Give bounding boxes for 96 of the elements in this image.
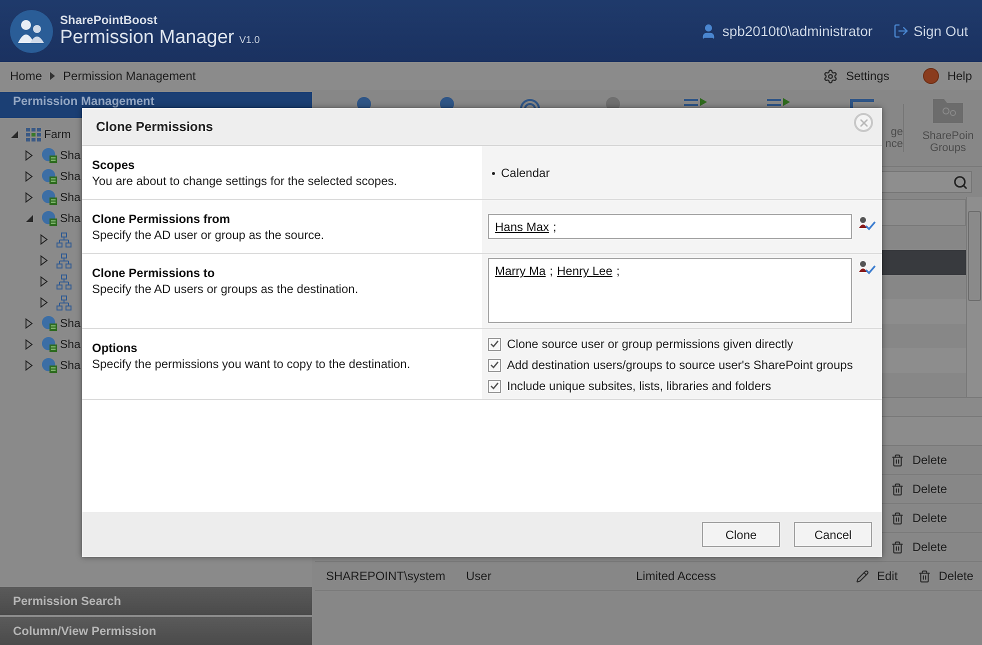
table-cell-text: User (466, 569, 492, 583)
trash-icon (891, 512, 904, 524)
option-label: Include unique subsites, lists, libraries and folders (507, 379, 772, 393)
version-label: V1.0 (239, 35, 260, 46)
section-title: Clone Permissions from (92, 212, 232, 226)
trash-icon (918, 570, 931, 582)
collapsed-arrow-icon[interactable] (40, 234, 48, 245)
person-link[interactable]: Marry Ma (495, 264, 546, 278)
tree-node-label[interactable]: Sha (60, 338, 80, 350)
hierarchy-icon (56, 294, 72, 310)
section-title: Options (92, 341, 138, 355)
help-icon (923, 68, 940, 84)
breadcrumb-arrow-icon (50, 72, 56, 80)
collapsed-arrow-icon[interactable] (40, 297, 48, 308)
sign-out-icon (892, 23, 909, 39)
people-picker-icon[interactable] (858, 216, 876, 232)
tree-node-label[interactable]: Sha (60, 170, 80, 182)
delete-action[interactable]: Delete (891, 453, 947, 467)
separator-text: ; (616, 264, 620, 278)
sign-out-link[interactable]: Sign Out (892, 23, 968, 39)
tree-node-label[interactable]: Sha (60, 360, 80, 372)
table-cell-text: Limited Access (636, 569, 718, 583)
brand-name: SharePointBoost (60, 13, 158, 27)
tree-node-label[interactable]: Sha (60, 318, 80, 330)
expanded-arrow-icon[interactable] (10, 130, 19, 139)
collapsed-arrow-icon[interactable] (25, 192, 33, 203)
globe-icon (41, 357, 58, 374)
separator-text: ; (553, 220, 556, 234)
grid-icon (26, 128, 42, 142)
toolbar-label[interactable]: nce (885, 138, 903, 150)
tree-node-label[interactable]: Sha (60, 192, 80, 204)
collapsed-arrow-icon[interactable] (40, 255, 48, 266)
trash-icon (891, 482, 904, 496)
person-link[interactable]: Hans Max (495, 220, 550, 234)
settings-link[interactable]: Settings (822, 68, 890, 84)
option-label: Clone source user or group permissions given directly (507, 337, 794, 351)
collapsed-arrow-icon[interactable] (25, 360, 33, 371)
checkbox[interactable] (488, 338, 501, 350)
pencil-icon (856, 570, 869, 582)
dialog-button[interactable]: Cancel (794, 522, 872, 547)
expanded-arrow-icon[interactable] (25, 214, 34, 223)
app-title: Permission Manager (60, 27, 234, 49)
option-label: Add destination users/groups to source user's SharePoint groups (507, 358, 853, 372)
checkbox[interactable] (488, 380, 501, 392)
globe-icon (41, 168, 58, 185)
logo-icon (10, 10, 53, 52)
person-link[interactable]: Henry Lee (557, 264, 612, 278)
people-picker-icon[interactable] (858, 260, 876, 276)
search-icon[interactable] (953, 174, 968, 190)
collapsed-arrow-icon[interactable] (25, 150, 33, 161)
section-title: Scopes (92, 158, 136, 172)
breadcrumb-link[interactable]: Permission Management (63, 69, 196, 83)
trash-icon (891, 540, 904, 554)
people-field[interactable]: Marry Ma ; Henry Lee ; (488, 258, 852, 323)
section-description: Specify the AD users or groups as the destination. (92, 282, 360, 296)
tree-node-label[interactable]: Sha (60, 150, 80, 162)
people-field[interactable]: Hans Max ; (488, 214, 852, 239)
delete-action[interactable]: Delete (918, 569, 974, 583)
separator-text: ; (550, 264, 554, 278)
help-link[interactable]: Help (923, 68, 972, 84)
section-description: Specify the permissions you want to copy to the destination. (92, 357, 412, 371)
globe-icon (41, 336, 58, 353)
delete-action[interactable]: Delete (891, 511, 947, 525)
user-link[interactable]: spb2010t0\administrator (700, 22, 873, 40)
collapsed-arrow-icon[interactable] (25, 339, 33, 350)
breadcrumb-link[interactable]: Home (10, 69, 42, 83)
sidebar-panel[interactable]: Column/View Permission (0, 617, 312, 645)
globe-icon (41, 315, 58, 332)
scrollbar[interactable] (966, 197, 982, 397)
dialog-title: Clone Permissions (96, 119, 214, 134)
scrollbar-thumb[interactable] (968, 211, 981, 301)
trash-icon (891, 454, 904, 466)
delete-action[interactable]: Delete (891, 540, 947, 554)
bullet-icon (492, 172, 495, 174)
globe-icon (41, 189, 58, 206)
collapsed-arrow-icon[interactable] (25, 318, 33, 329)
hierarchy-icon (56, 232, 72, 248)
hierarchy-icon (56, 274, 72, 290)
collapsed-arrow-icon[interactable] (40, 276, 48, 287)
checkbox[interactable] (488, 358, 501, 372)
tree-node-label[interactable]: Sha (60, 212, 80, 224)
section-title: Clone Permissions to (92, 266, 216, 280)
globe-icon (41, 147, 58, 164)
delete-action[interactable]: Delete (891, 482, 947, 496)
dialog-button[interactable]: Clone (702, 522, 780, 547)
settings-icon (822, 68, 838, 84)
tree-node-label[interactable]: Farm (44, 128, 71, 140)
edit-action[interactable]: Edit (856, 569, 898, 583)
globe-icon (41, 210, 58, 227)
sidebar-panel[interactable]: Permission Search (0, 587, 312, 615)
table-cell-text: SHAREPOINT\system (326, 569, 446, 583)
hierarchy-icon (56, 252, 72, 268)
scope-item: Calendar (501, 166, 550, 180)
section-description: You are about to change settings for the selected scopes. (92, 174, 398, 188)
collapsed-arrow-icon[interactable] (25, 171, 33, 182)
section-description: Specify the AD user or group as the source. (92, 228, 326, 242)
